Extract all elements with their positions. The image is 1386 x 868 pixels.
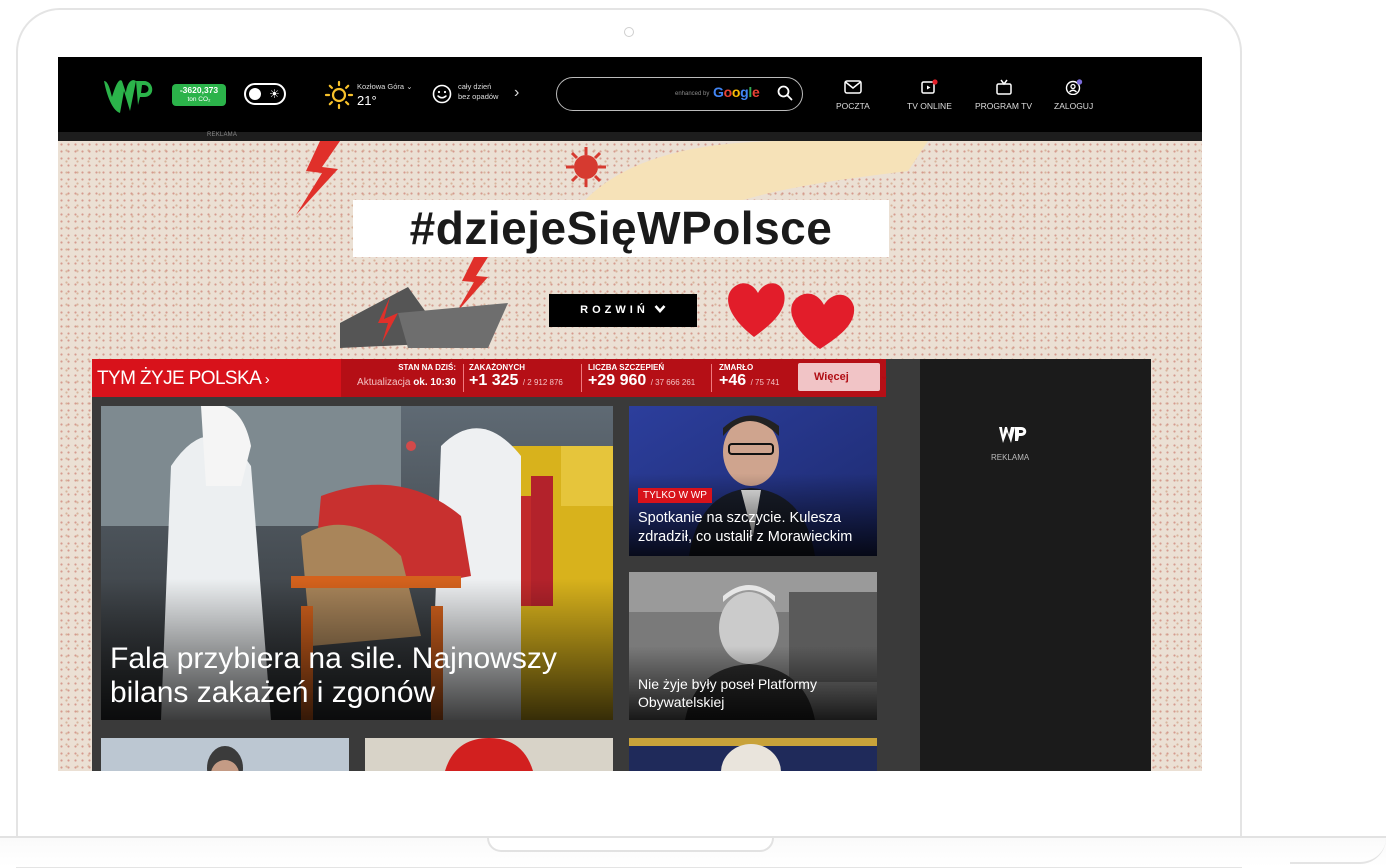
- stat-update: Aktualizacja ok. 10:30: [348, 377, 456, 388]
- stat-deaths-label: ZMARŁO: [719, 363, 754, 372]
- more-button-label: Więcej: [814, 371, 849, 383]
- nav-poczta-label: POCZTA: [836, 101, 870, 111]
- stat-infected: ZAKAŻONYCH +1 325 / 2 912 876: [469, 363, 563, 390]
- article-card[interactable]: [365, 738, 613, 771]
- stat-status: STAN NA DZIŚ: Aktualizacja ok. 10:30: [348, 363, 456, 388]
- laptop-base-corner: [1290, 838, 1386, 864]
- banner-title: #dziejeSięWPolsce: [353, 200, 889, 257]
- stat-deaths-total: / 75 741: [750, 378, 780, 387]
- smile-icon: [432, 84, 452, 104]
- article-title: Spotkanie na szczycie. Kulesza zdradził,…: [638, 510, 853, 545]
- weather-location-text: Kozłowa Góra: [357, 82, 405, 91]
- sun-small-icon: ☀: [269, 87, 280, 101]
- exclusive-tag: TYLKO W WP: [638, 488, 712, 503]
- stat-update-time: ok. 10:30: [413, 377, 456, 388]
- nav-tv-online-label: TV ONLINE: [907, 101, 952, 111]
- section-heading-text: TYM ŻYJE POLSKA: [97, 368, 262, 389]
- chevron-down-icon: [654, 305, 666, 313]
- article-card[interactable]: [101, 738, 349, 771]
- expand-button[interactable]: ROZWIŃ: [549, 294, 697, 327]
- stat-status-label: STAN NA DZIŚ:: [398, 363, 456, 372]
- chevron-down-icon: ⌄: [404, 82, 413, 91]
- theme-toggle[interactable]: ☀: [244, 83, 286, 105]
- article-card[interactable]: Nie żyje były poseł Platformy Obywatelsk…: [629, 572, 877, 720]
- article-image: [629, 738, 877, 771]
- more-button[interactable]: Więcej ⌄: [798, 363, 888, 391]
- laptop-notch: [487, 838, 774, 852]
- nav-program-tv[interactable]: PROGRAM TV: [975, 79, 1032, 111]
- stat-vaccinations: LICZBA SZCZEPIEŃ +29 960 / 37 666 261: [588, 363, 695, 390]
- co2-unit: ton CO₂: [187, 96, 211, 103]
- chevron-right-icon[interactable]: ›: [514, 84, 519, 102]
- banner-shape-small: [890, 141, 916, 158]
- sun-icon[interactable]: [324, 80, 354, 110]
- ad-label: REKLAMA: [991, 453, 1030, 462]
- search-input[interactable]: [569, 84, 673, 104]
- tym-zyje-polska-section: TYM ŻYJE POLSKA › STAN NA DZIŚ: Aktualiz…: [92, 359, 1151, 771]
- chevron-right-icon: ›: [261, 371, 270, 388]
- stat-update-label: Aktualizacja: [357, 377, 411, 388]
- wp-logo-icon: [999, 427, 1027, 443]
- expand-button-label: ROZWIŃ: [580, 304, 649, 316]
- nav-zaloguj-label: ZALOGUJ: [1054, 101, 1094, 111]
- nav-poczta[interactable]: POCZTA: [836, 79, 870, 111]
- stat-deaths-value: +46: [719, 372, 747, 389]
- ad-panel: [920, 359, 1151, 771]
- tv-icon: [995, 79, 1012, 95]
- lightning-icon: [296, 141, 340, 215]
- article-card[interactable]: TYLKO W WP Spotkanie na szczycie. Kulesz…: [629, 406, 877, 556]
- tv-online-icon: [921, 79, 939, 94]
- virus-icon: [566, 147, 606, 187]
- user-icon: [1065, 79, 1082, 95]
- divider: [711, 364, 712, 392]
- ad-label: REKLAMA: [207, 132, 238, 138]
- mail-icon: [844, 80, 862, 94]
- search-icon[interactable]: [776, 84, 794, 102]
- main-article-title: Fala przybiera na sile. Najnowszy bilans…: [110, 642, 557, 709]
- article-title: Nie żyje były poseł Platformy Obywatelsk…: [638, 676, 817, 710]
- wp-logo-icon[interactable]: [100, 71, 160, 115]
- divider: [463, 364, 464, 392]
- weather-location[interactable]: Kozłowa Góra ⌄: [357, 82, 412, 91]
- stat-deaths: ZMARŁO +46 / 75 741: [719, 363, 780, 390]
- co2-badge[interactable]: -3620,373 ton CO₂: [172, 84, 226, 106]
- paper-scraps: [340, 287, 508, 348]
- top-navigation: -3620,373 ton CO₂ ☀ Kozłowa Góra ⌄ 21° c…: [58, 57, 1202, 132]
- search-enhanced-label: enhanced by: [675, 91, 710, 97]
- google-logo: Google: [713, 84, 760, 100]
- stat-vaccinations-total: / 37 666 261: [650, 378, 696, 387]
- nav-program-tv-label: PROGRAM TV: [975, 101, 1032, 111]
- main-article[interactable]: Fala przybiera na sile. Najnowszy bilans…: [101, 406, 613, 720]
- stat-infected-value: +1 325: [469, 372, 519, 389]
- search-box: enhanced by Google: [556, 77, 803, 111]
- camera-icon: [624, 27, 634, 37]
- stat-infected-total: / 2 912 876: [522, 378, 563, 387]
- chevron-down-icon: ⌄: [880, 371, 889, 382]
- co2-value: -3620,373: [179, 85, 219, 95]
- article-image: [207, 746, 243, 771]
- heart-icon: [728, 283, 855, 349]
- stat-vaccinations-value: +29 960: [588, 372, 647, 389]
- weather-temperature: 21°: [357, 93, 377, 108]
- nav-zaloguj[interactable]: ZALOGUJ: [1054, 79, 1093, 111]
- article-card[interactable]: [629, 738, 877, 771]
- article-image: [445, 738, 533, 771]
- nav-tv-online[interactable]: TV ONLINE: [907, 79, 952, 111]
- stat-vaccinations-label: LICZBA SZCZEPIEŃ: [588, 363, 665, 372]
- toggle-knob: [249, 88, 261, 100]
- covid-stats-bar: TYM ŻYJE POLSKA › STAN NA DZIŚ: Aktualiz…: [92, 359, 888, 397]
- divider: [581, 364, 582, 392]
- section-heading[interactable]: TYM ŻYJE POLSKA ›: [97, 368, 270, 390]
- stat-infected-label: ZAKAŻONYCH: [469, 363, 525, 372]
- browser-screen: -3620,373 ton CO₂ ☀ Kozłowa Góra ⌄ 21° c…: [58, 57, 1202, 771]
